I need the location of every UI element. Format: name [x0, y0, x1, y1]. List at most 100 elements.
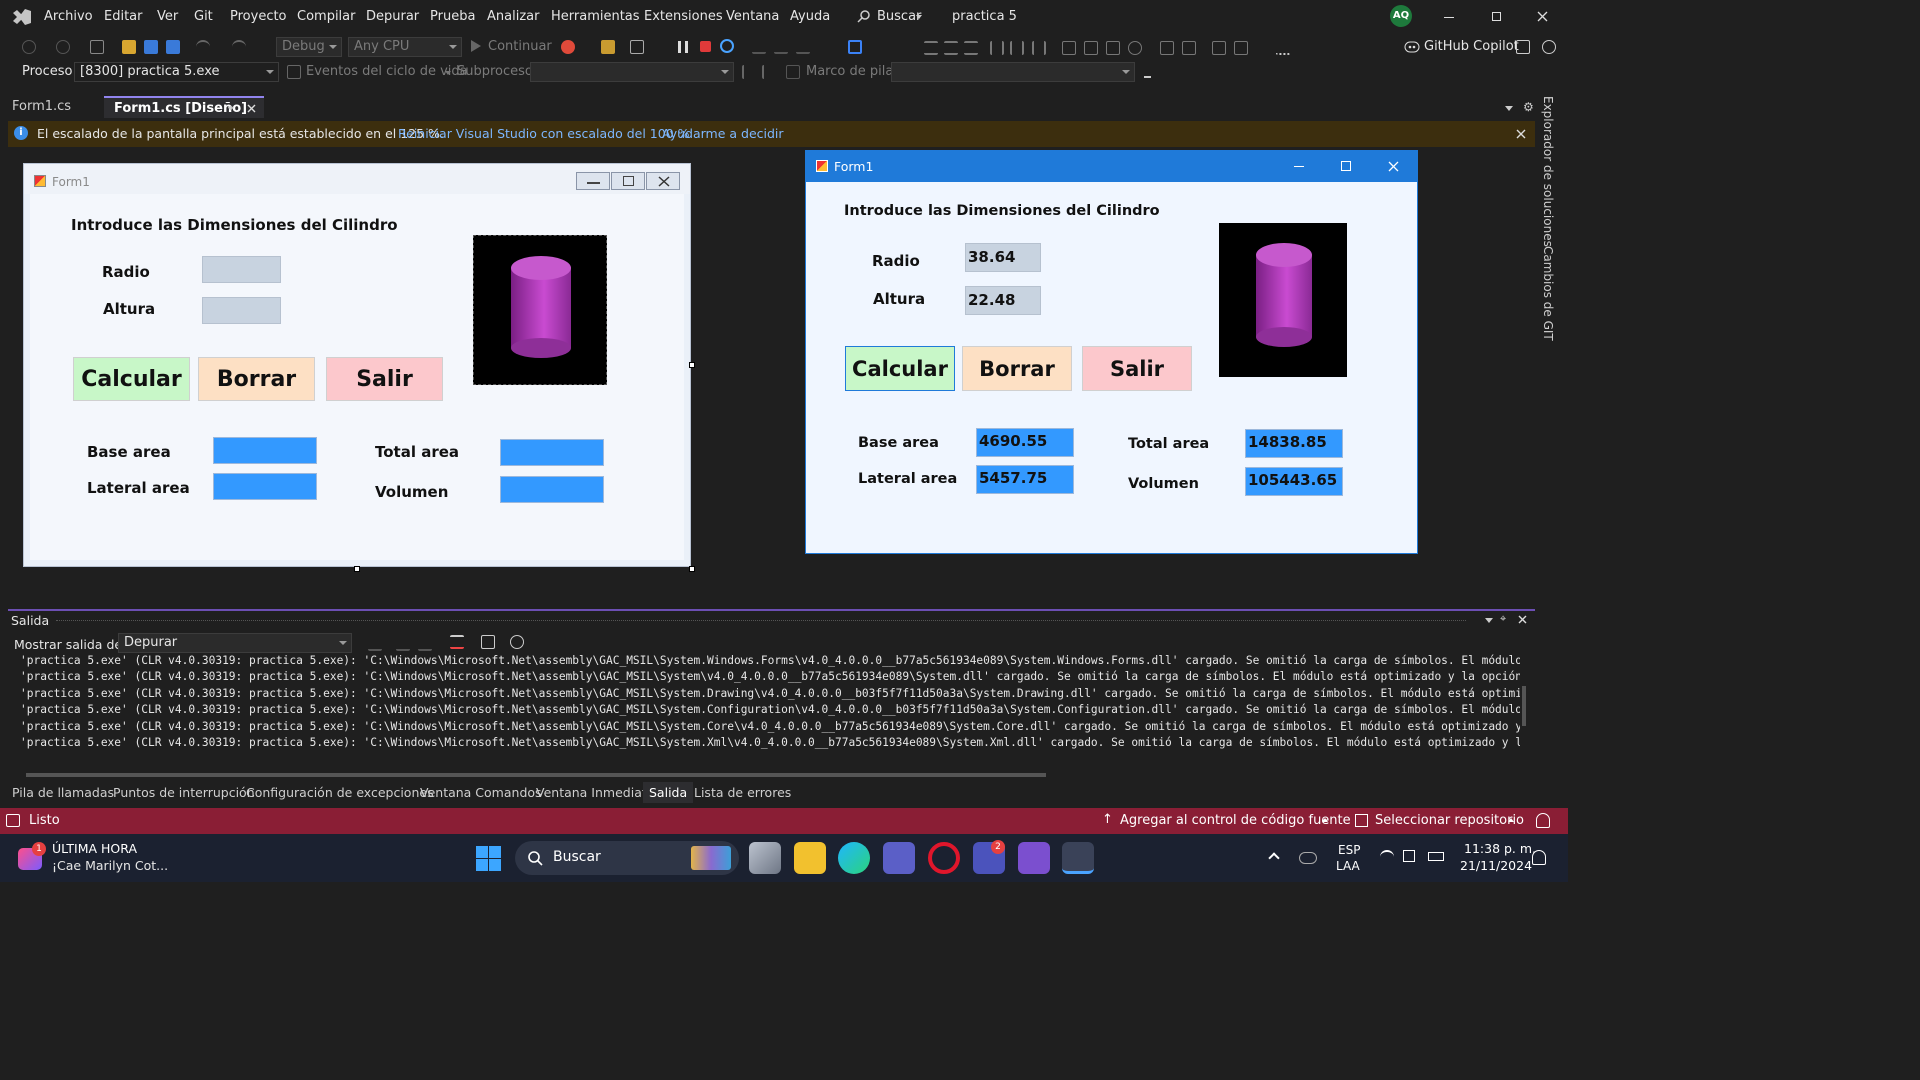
edge-icon[interactable] — [838, 842, 870, 874]
volumen-output[interactable] — [500, 476, 604, 503]
hot-reload-icon[interactable] — [561, 40, 575, 54]
zoom-icon[interactable] — [1128, 41, 1142, 55]
save-all-icon[interactable] — [166, 40, 180, 54]
radio-input[interactable] — [202, 256, 281, 283]
solution-explorer-tab[interactable]: Explorador de soluciones — [1541, 96, 1555, 247]
chevron-down-icon[interactable] — [1485, 618, 1493, 623]
minimize-icon[interactable] — [1444, 17, 1454, 18]
folder-icon[interactable] — [601, 40, 615, 54]
word-wrap-icon[interactable] — [481, 635, 495, 649]
file-explorer-icon[interactable] — [794, 842, 826, 874]
restart-scaling-link[interactable]: Reiniciar Visual Studio con escalado del… — [398, 126, 690, 141]
start-button[interactable] — [476, 846, 502, 872]
gear-icon[interactable]: ⚙ — [1523, 100, 1534, 114]
altura-input[interactable]: 22.48 — [965, 286, 1041, 315]
task-view-icon[interactable] — [749, 842, 781, 874]
next-message-icon[interactable] — [418, 637, 432, 651]
total-area-output[interactable] — [500, 439, 604, 466]
send-back-icon[interactable] — [1234, 41, 1248, 55]
altura-input[interactable] — [202, 297, 281, 324]
config-dropdown[interactable]: Debug — [276, 37, 342, 57]
align-bottom-icon[interactable] — [1032, 41, 1046, 55]
tab-output[interactable]: Salida — [643, 782, 694, 803]
winforms-app-icon[interactable] — [1062, 842, 1094, 874]
align-middle-icon[interactable] — [1010, 41, 1024, 55]
news-widget[interactable]: 1 ÚLTIMA HORA ¡Cae Marilyn Cot... — [18, 840, 198, 878]
forward-icon[interactable] — [56, 40, 70, 54]
process-window-icon[interactable] — [630, 40, 644, 54]
design-form[interactable]: Form1 Introduce las Dimensiones del Cili… — [23, 163, 691, 567]
menu-ayuda[interactable]: Ayuda — [790, 9, 830, 24]
continue-label[interactable]: Continuar — [488, 39, 552, 54]
salir-button[interactable]: Salir — [326, 357, 443, 401]
debug-tools-icon[interactable] — [848, 40, 862, 54]
select-repository[interactable]: Seleccionar repositorio — [1375, 813, 1524, 828]
maximize-button[interactable] — [611, 172, 645, 190]
cylinder-image[interactable] — [473, 235, 607, 385]
volumen-output[interactable]: 105443.65 — [1245, 467, 1343, 496]
flag-icon[interactable] — [742, 65, 756, 79]
stop-icon[interactable] — [700, 41, 711, 52]
flag-all-icon[interactable] — [762, 65, 776, 79]
base-area-output[interactable]: 4690.55 — [976, 428, 1074, 457]
pin-icon[interactable]: ⌖ — [228, 103, 234, 114]
redo-icon[interactable] — [232, 40, 246, 54]
close-button[interactable] — [646, 172, 680, 190]
clock-date[interactable]: 21/11/2024 — [1460, 858, 1532, 873]
search-box[interactable]: Buscar — [852, 6, 932, 28]
language-layout[interactable]: LAA — [1336, 859, 1360, 873]
close-icon[interactable] — [1516, 129, 1526, 139]
timestamp-icon[interactable] — [510, 635, 524, 649]
output-source-dropdown[interactable]: Depurar — [118, 633, 352, 653]
menu-analizar[interactable]: Analizar — [487, 9, 539, 24]
tab-list-icon[interactable] — [1505, 106, 1513, 111]
vertical-scrollbar[interactable] — [1518, 659, 1530, 767]
copilot-label[interactable]: GitHub Copilot — [1424, 39, 1519, 54]
calcular-button[interactable]: Calcular — [845, 346, 955, 391]
size-icon[interactable] — [1084, 41, 1098, 55]
new-item-icon[interactable] — [90, 40, 104, 54]
chevron-up-icon[interactable] — [1268, 852, 1280, 864]
tab-breakpoints[interactable]: Puntos de interrupción — [113, 785, 255, 800]
restart-icon[interactable] — [720, 39, 734, 53]
restore-icon[interactable] — [1492, 12, 1501, 21]
avatar[interactable]: AQ — [1390, 5, 1412, 27]
menu-proyecto[interactable]: Proyecto — [230, 9, 287, 24]
menu-extensiones[interactable]: Extensiones — [644, 9, 723, 24]
resize-handle[interactable] — [354, 566, 360, 572]
overflow-icon[interactable] — [1144, 72, 1151, 78]
menu-prueba[interactable]: Prueba — [430, 9, 475, 24]
find-message-icon[interactable] — [368, 637, 382, 651]
feedback-icon[interactable] — [1542, 40, 1556, 54]
tab-command-window[interactable]: Ventana Comandos — [420, 785, 542, 800]
back-icon[interactable] — [22, 40, 36, 54]
help-decide-link[interactable]: Ayudarme a decidir — [662, 126, 784, 141]
salir-button[interactable]: Salir — [1082, 346, 1192, 391]
copilot-icon[interactable] — [1404, 39, 1420, 53]
lateral-area-output[interactable]: 5457.75 — [976, 465, 1074, 494]
align-icon[interactable] — [924, 41, 938, 55]
close-icon[interactable] — [1388, 161, 1399, 172]
horizontal-scrollbar[interactable] — [14, 771, 1510, 779]
play-icon[interactable] — [470, 39, 482, 53]
close-icon[interactable] — [1518, 615, 1527, 624]
lifecycle-label[interactable]: Eventos del ciclo de vida — [306, 64, 468, 79]
open-folder-icon[interactable] — [122, 40, 136, 54]
opera-icon[interactable] — [928, 842, 960, 874]
bring-front-icon[interactable] — [1212, 41, 1226, 55]
prev-message-icon[interactable] — [396, 637, 410, 651]
clock-time[interactable]: 11:38 p. m. — [1464, 841, 1536, 856]
borrar-button[interactable]: Borrar — [198, 357, 315, 401]
menu-herramientas[interactable]: Herramientas — [551, 9, 640, 24]
tab-form1-cs[interactable]: Form1.cs — [2, 96, 102, 118]
base-area-output[interactable] — [213, 437, 317, 464]
total-area-output[interactable]: 14838.85 — [1245, 429, 1343, 458]
stackframe-dropdown[interactable] — [891, 62, 1135, 82]
pause-icon[interactable] — [678, 41, 688, 53]
calcular-button[interactable]: Calcular — [73, 357, 190, 401]
runtime-form[interactable]: Form1 Introduce las Dimensiones del Cili… — [805, 150, 1418, 554]
menu-compilar[interactable]: Compilar — [297, 9, 355, 24]
lateral-area-output[interactable] — [213, 473, 317, 500]
tab-immediate-window[interactable]: Ventana Inmediato — [536, 785, 654, 800]
volume-icon[interactable] — [1403, 850, 1415, 862]
